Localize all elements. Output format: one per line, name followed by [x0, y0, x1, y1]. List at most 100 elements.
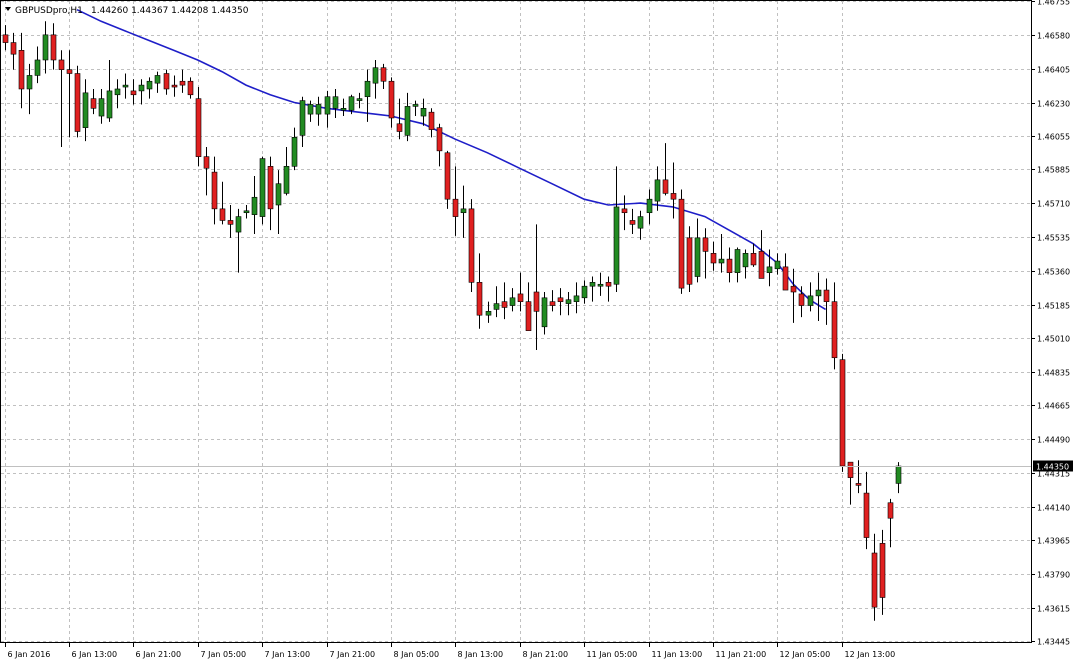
candle-body — [58, 59, 65, 70]
candle-body — [847, 461, 854, 478]
candle — [283, 146, 290, 196]
candle-body — [404, 106, 411, 136]
candle-body — [895, 465, 902, 484]
candle — [187, 77, 194, 99]
candle-body — [163, 73, 170, 90]
candle — [710, 241, 717, 271]
candle — [646, 189, 653, 225]
candle — [74, 65, 81, 138]
y-tick-label: 1.46055 — [1037, 133, 1070, 142]
candle — [171, 75, 178, 97]
candle-body — [774, 260, 781, 270]
candle-body — [420, 108, 427, 117]
x-tick-label: 7 Jan 13:00 — [265, 650, 311, 659]
candle — [493, 286, 500, 318]
candle — [42, 21, 49, 74]
candle-body — [171, 84, 178, 88]
candle — [637, 210, 644, 240]
candle — [82, 79, 89, 142]
candle — [702, 228, 709, 279]
candle — [251, 175, 258, 234]
candle-body — [533, 291, 540, 312]
y-tick-label: 1.45535 — [1037, 234, 1070, 243]
candle — [782, 253, 789, 291]
candle-body — [251, 196, 258, 215]
candle-body — [654, 179, 661, 202]
candle-body — [74, 73, 81, 132]
candle — [412, 100, 419, 117]
candle-body — [468, 208, 475, 283]
y-tick-label: 1.45885 — [1037, 166, 1070, 175]
candle — [324, 90, 331, 128]
candle — [211, 156, 218, 225]
candle — [195, 87, 202, 167]
candle — [565, 291, 572, 316]
candle — [879, 529, 886, 615]
candle-body — [332, 96, 339, 109]
candle-body — [750, 253, 757, 266]
candle-body — [275, 183, 282, 206]
candle — [420, 98, 427, 126]
candle — [589, 276, 596, 302]
candle-body — [629, 220, 636, 225]
candles — [2, 21, 902, 621]
candle — [742, 249, 749, 279]
plot-frame — [0, 0, 1032, 643]
candle — [332, 88, 339, 118]
candle — [66, 50, 73, 138]
y-tick-label: 1.46405 — [1037, 66, 1070, 75]
candle-body — [871, 552, 878, 608]
candle-body — [718, 258, 725, 264]
candle — [460, 185, 467, 238]
candle-body — [18, 50, 25, 90]
candle-body — [766, 266, 773, 273]
candle — [790, 268, 797, 323]
candle-body — [597, 283, 604, 287]
current-price-badge: 1.44350 — [1033, 460, 1073, 472]
y-tick-label: 1.44140 — [1037, 504, 1070, 513]
candle-body — [259, 158, 266, 217]
candle-body — [815, 289, 822, 297]
candle-body — [517, 293, 524, 302]
candle-body — [726, 258, 733, 273]
candle-body — [694, 237, 701, 277]
candle-body — [573, 295, 580, 302]
candle — [388, 77, 395, 128]
y-tick-label: 1.43615 — [1037, 605, 1070, 614]
candle — [613, 166, 620, 292]
candle-body — [388, 80, 395, 119]
candle-body — [557, 297, 564, 302]
candle-body — [758, 251, 765, 279]
candle-body — [541, 297, 548, 328]
y-tick-label: 1.46580 — [1037, 32, 1070, 41]
candle — [501, 282, 508, 320]
candle-body — [839, 359, 846, 467]
y-tick-label: 1.43445 — [1037, 638, 1070, 647]
candle-body — [444, 152, 451, 200]
y-tick-label: 1.46755 — [1037, 0, 1070, 7]
candle — [58, 50, 65, 147]
y-tick-label: 1.45710 — [1037, 200, 1070, 209]
candle-body — [823, 289, 830, 302]
candle — [428, 108, 435, 138]
price-chart[interactable]: 1.46755 1.46580 1.46405 1.46230 1.46055 1.458… — [0, 0, 1073, 665]
x-tick-label: 11 Jan 13:00 — [652, 650, 703, 659]
candle-body — [646, 198, 653, 214]
candle — [146, 77, 153, 99]
candle — [485, 301, 492, 323]
candle-body — [122, 84, 129, 88]
candle — [863, 471, 870, 550]
candle — [807, 282, 814, 312]
candle-body — [243, 210, 250, 214]
candle-body — [340, 108, 347, 111]
y-tick-label: 1.44835 — [1037, 369, 1070, 378]
candle-body — [227, 220, 234, 225]
x-tick-label: 8 Jan 13:00 — [458, 650, 504, 659]
candle-body — [372, 67, 379, 84]
candle — [734, 247, 741, 283]
candle-body — [887, 502, 894, 519]
y-tick-label: 1.43965 — [1037, 537, 1070, 546]
candle-body — [203, 156, 210, 169]
candle — [605, 276, 612, 302]
chart-container[interactable]: 1.46755 1.46580 1.46405 1.46230 1.46055 1.458… — [0, 0, 1073, 665]
